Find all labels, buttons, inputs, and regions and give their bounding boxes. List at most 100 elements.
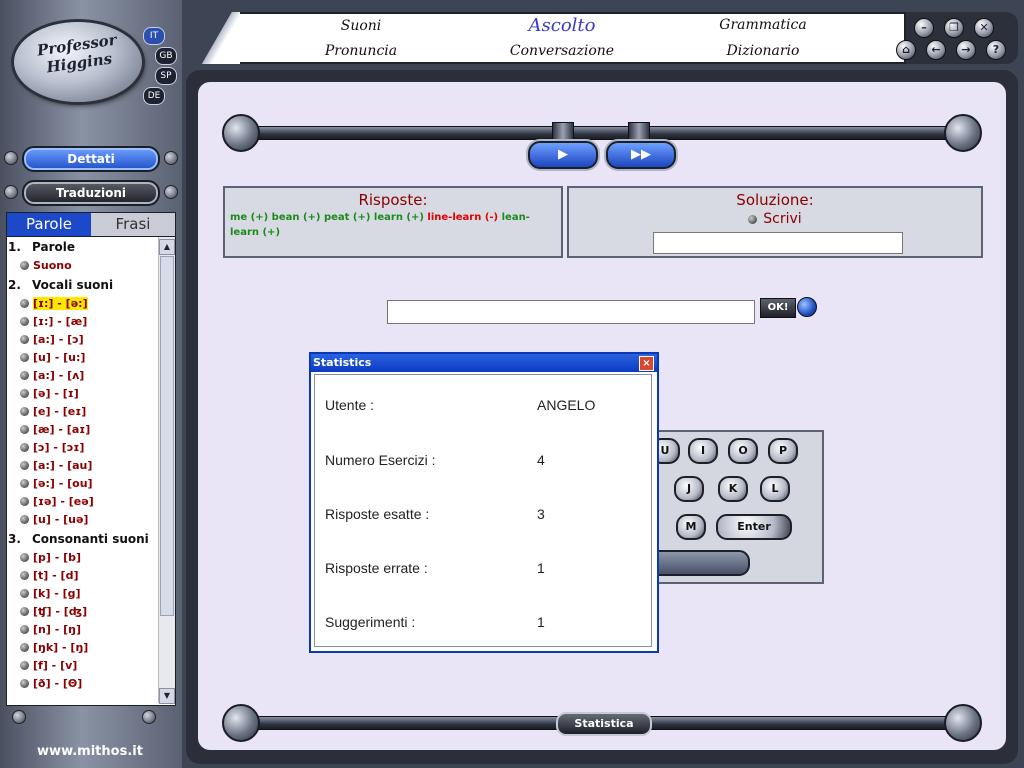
stat-label: Suggerimenti : (325, 614, 416, 630)
key-o[interactable]: O (728, 438, 758, 464)
play-button[interactable]: ▶ (528, 141, 598, 169)
key-l[interactable]: L (760, 476, 790, 502)
screw-icon (164, 185, 178, 199)
fast-forward-button[interactable]: ▶▶ (606, 141, 676, 169)
menu-dizionario[interactable]: Dizionario (698, 43, 828, 59)
list-item[interactable]: [ə:] - [ou] (7, 475, 159, 493)
menu-ascolto[interactable]: Ascolto (497, 15, 627, 36)
bullet-icon (20, 515, 29, 524)
bullet-icon (20, 461, 29, 470)
list-item[interactable]: [a:] - [au] (7, 457, 159, 475)
list-item-label: [ɪə] - [eə] (33, 495, 94, 508)
answer-input[interactable] (387, 300, 755, 324)
list-item-label: [a:] - [au] (33, 459, 93, 472)
list-item[interactable]: [a:] - [ʌ] (7, 367, 159, 385)
scroll-down-icon[interactable]: ▼ (159, 688, 175, 704)
list-item[interactable]: [ŋk] - [ŋ] (7, 639, 159, 657)
scroll-up-icon[interactable]: ▲ (159, 239, 175, 255)
tab-frasi[interactable]: Frasi (91, 213, 175, 236)
dialog-close-icon[interactable]: × (639, 356, 654, 371)
forward-arrow-icon[interactable]: → (956, 40, 976, 60)
bullet-icon (20, 299, 29, 308)
list-item[interactable]: [ɔ] - [ɔɪ] (7, 439, 159, 457)
list-section-header: 1. Parole (7, 237, 159, 257)
window-controls: – ❐ ✕ ⌂ ← → ? (896, 12, 1018, 64)
menu-suoni[interactable]: Suoni (296, 18, 426, 34)
list-item[interactable]: [p] - [b] (7, 549, 159, 567)
list-item-label: Suono (33, 259, 72, 272)
list-item[interactable]: [ð] - [Θ] (7, 675, 159, 693)
key-j[interactable]: J (674, 476, 704, 502)
statistica-button[interactable]: Statistica (556, 712, 652, 736)
tab-parole[interactable]: Parole (7, 213, 91, 236)
list-item[interactable]: [ɪə] - [eə] (7, 493, 159, 511)
menu-grammatica[interactable]: Grammatica (698, 17, 828, 33)
list-item[interactable]: [e] - [eɪ] (7, 403, 159, 421)
home-icon[interactable]: ⌂ (896, 40, 916, 60)
bullet-icon (20, 317, 29, 326)
stat-label: Numero Esercizi : (325, 452, 436, 468)
restore-icon[interactable]: ❐ (944, 18, 964, 38)
radio-bullet-icon[interactable] (748, 214, 758, 224)
bullet-icon (20, 625, 29, 634)
key-k[interactable]: K (718, 476, 748, 502)
rail-knob-left (222, 704, 260, 742)
stat-label: Risposte esatte : (325, 506, 430, 522)
ok-button[interactable]: OK! (760, 298, 796, 318)
menu-conversazione[interactable]: Conversazione (497, 43, 627, 59)
list-item-label: [a:] - [ɔ] (33, 333, 84, 346)
key-m[interactable]: M (676, 514, 706, 540)
lang-it-button[interactable]: IT (143, 27, 165, 45)
lang-gb-button[interactable]: GB (155, 47, 177, 65)
screw-icon (12, 710, 26, 724)
list-item-label: [e] - [eɪ] (33, 405, 87, 418)
minimize-icon[interactable]: – (914, 18, 934, 38)
menu-pronuncia[interactable]: Pronuncia (296, 43, 426, 59)
list-item[interactable]: [æ] - [aɪ] (7, 421, 159, 439)
list-item[interactable]: [u] - [uə] (7, 511, 159, 529)
back-arrow-icon[interactable]: ← (926, 40, 946, 60)
dettati-button[interactable]: Dettati (22, 146, 160, 172)
traduzioni-button[interactable]: Traduzioni (22, 180, 160, 206)
list-item[interactable]: [a:] - [ɔ] (7, 331, 159, 349)
section-title: Vocali suoni (32, 278, 114, 292)
list-item[interactable]: Suono (7, 257, 159, 275)
list-item[interactable]: [t] - [d] (7, 567, 159, 585)
scrivi-option[interactable]: Scrivi (569, 211, 981, 227)
list-item[interactable]: [ɪ:] - [æ] (7, 313, 159, 331)
list-item[interactable]: [ʧ] - [ʤ] (7, 603, 159, 621)
solution-input[interactable] (653, 232, 903, 254)
lang-sp-button[interactable]: SP (155, 67, 177, 85)
close-icon[interactable]: ✕ (974, 18, 994, 38)
ok-indicator-icon[interactable] (797, 297, 817, 317)
stat-value: 1 (537, 560, 545, 576)
screw-icon (4, 151, 18, 165)
screw-icon (4, 185, 18, 199)
list-item-label: [u] - [u:] (33, 351, 86, 364)
bullet-icon (20, 607, 29, 616)
list-item-label: [æ] - [aɪ] (33, 423, 91, 436)
bullet-icon (20, 335, 29, 344)
footer-link[interactable]: www.mithos.it (0, 744, 180, 759)
key-i[interactable]: I (688, 438, 718, 464)
stat-label: Utente : (325, 397, 375, 413)
list-item-label: [ə] - [ɪ] (33, 387, 79, 400)
list-item[interactable]: [k] - [g] (7, 585, 159, 603)
list-item-label: [ð] - [Θ] (33, 677, 83, 690)
key-p[interactable]: P (768, 438, 798, 464)
scrollbar-thumb[interactable] (160, 256, 174, 616)
dialog-title-bar[interactable]: Statistics (311, 354, 657, 372)
list-item[interactable]: [ə] - [ɪ] (7, 385, 159, 403)
soluzione-title: Soluzione: (736, 191, 814, 209)
list-item[interactable]: [ɪ:] - [ə:] (7, 295, 159, 313)
lang-de-button[interactable]: DE (143, 87, 165, 105)
exercise-list: 1. Parole Suono 2. Vocali suoni [ɪ:] - [ə:] [ɪ… (6, 236, 176, 706)
stat-value: 3 (537, 506, 545, 522)
key-enter[interactable]: Enter (716, 514, 792, 540)
list-item-label: [ɔ] - [ɔɪ] (33, 441, 85, 454)
statistics-dialog: Statistics × Utente : ANGELO Numero Eserc… (309, 352, 659, 653)
list-item[interactable]: [f] - [v] (7, 657, 159, 675)
list-item[interactable]: [u] - [u:] (7, 349, 159, 367)
help-icon[interactable]: ? (986, 40, 1006, 60)
list-item[interactable]: [n] - [ŋ] (7, 621, 159, 639)
